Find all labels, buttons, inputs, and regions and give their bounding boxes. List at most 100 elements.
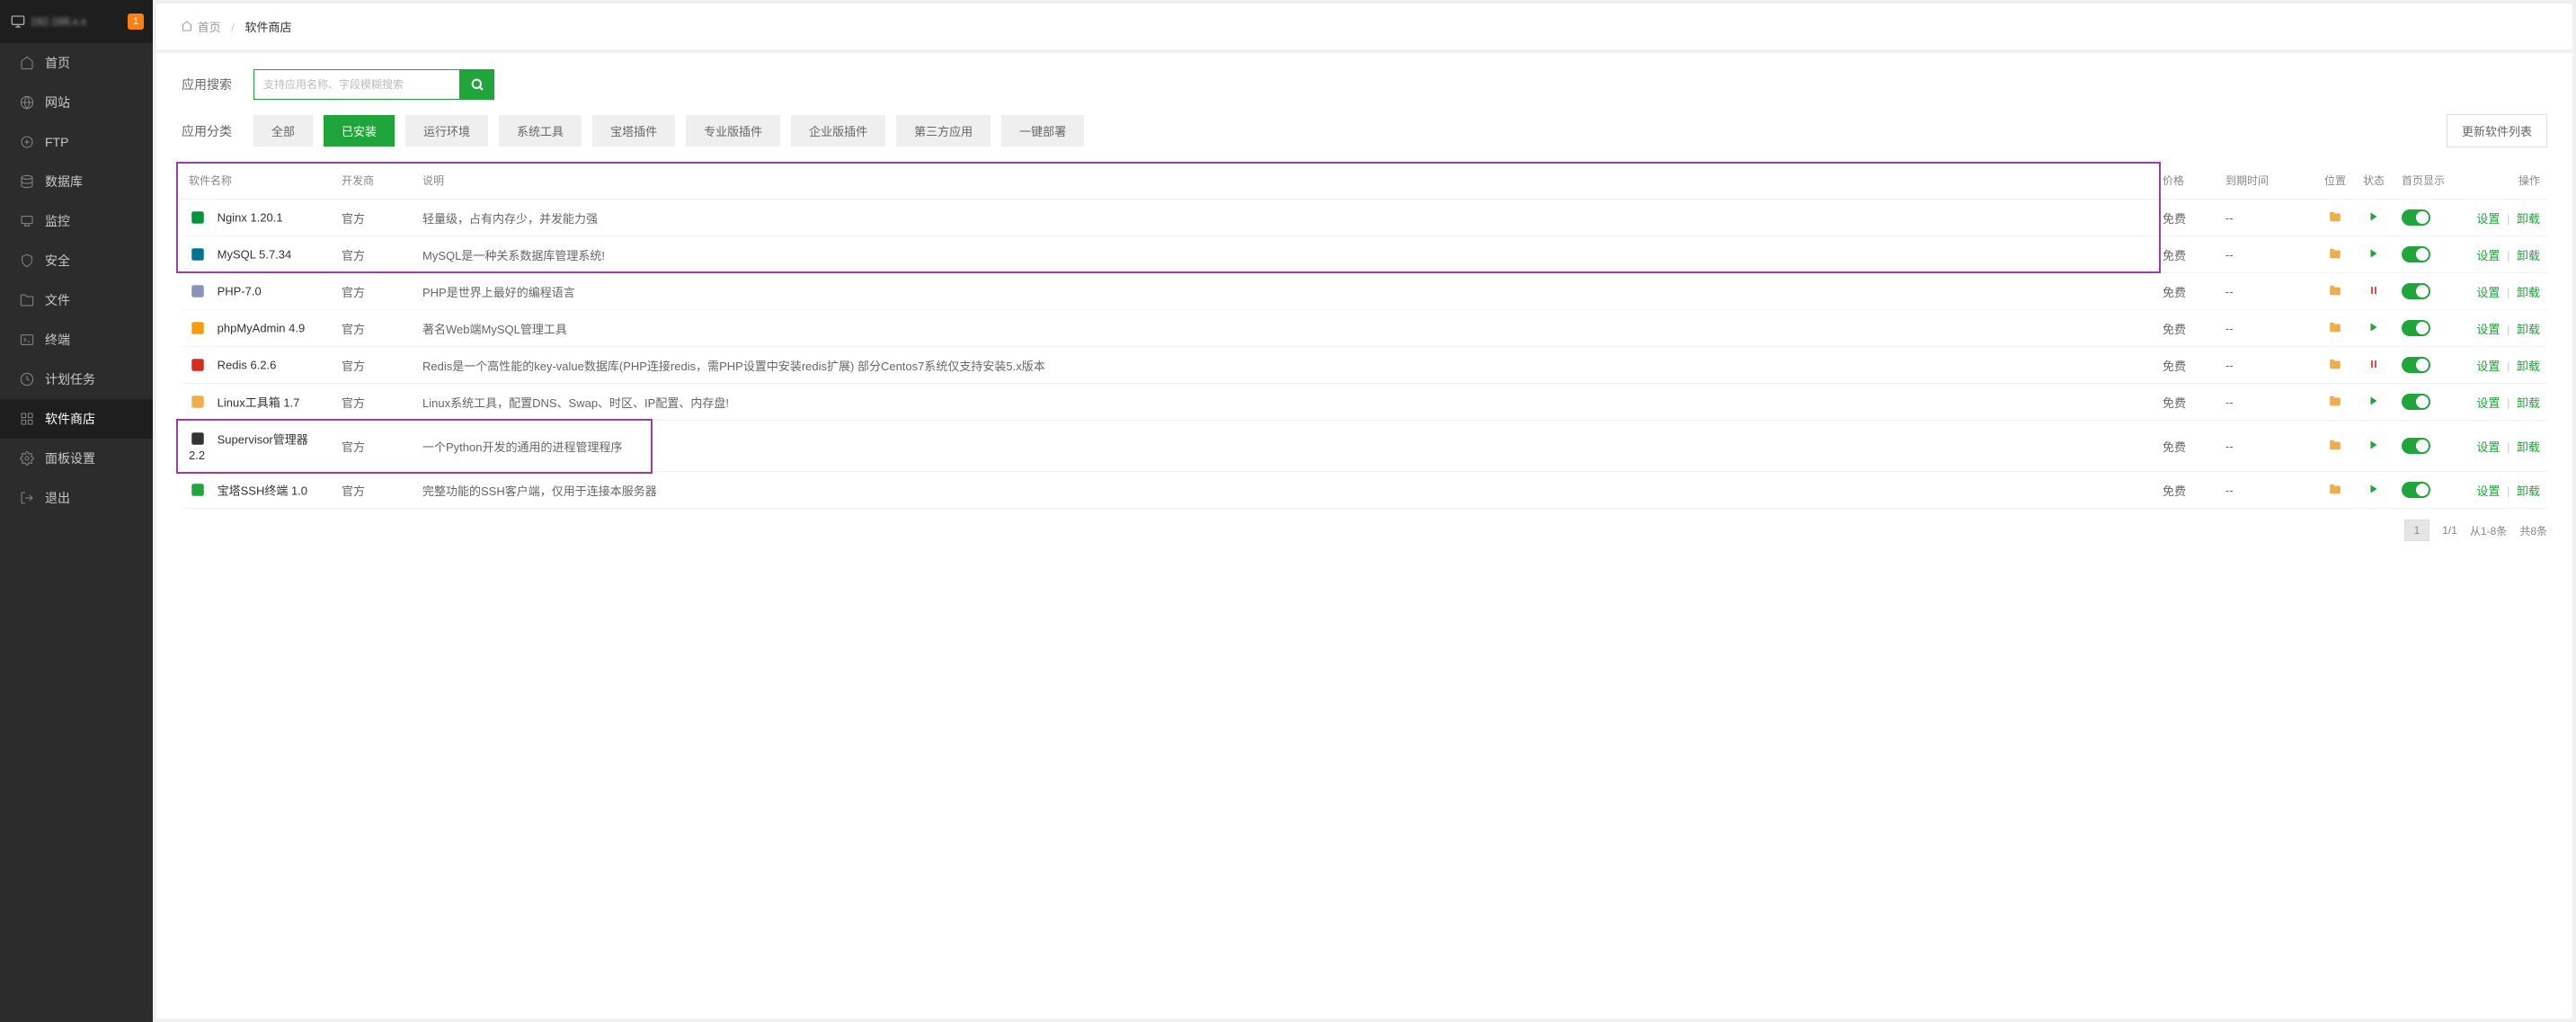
category-tab[interactable]: 系统工具 [499,115,582,147]
shield-icon [20,253,34,268]
app-name[interactable]: Nginx 1.20.1 [218,211,283,225]
uninstall-link[interactable]: 卸载 [2517,323,2540,336]
toggle-switch[interactable] [2402,357,2430,373]
uninstall-link[interactable]: 卸载 [2517,249,2540,262]
sidebar-item-monitor[interactable]: 监控 [0,201,153,241]
settings-link[interactable]: 设置 [2476,323,2500,336]
pause-icon[interactable] [2368,285,2379,296]
update-list-button[interactable]: 更新软件列表 [2447,114,2547,147]
uninstall-link[interactable]: 卸载 [2517,484,2540,498]
app-name[interactable]: Linux工具箱 1.7 [218,396,300,410]
cell-ops: 设置 | 卸载 [2466,236,2547,273]
category-tab[interactable]: 第三方应用 [896,115,990,147]
cell-pos [2317,421,2353,472]
play-icon[interactable] [2368,484,2379,494]
app-icon [189,282,207,300]
app-name[interactable]: 宝塔SSH终端 1.0 [218,484,307,498]
notification-badge[interactable]: 1 [128,13,144,30]
sidebar-item-folder[interactable]: 文件 [0,280,153,320]
settings-link[interactable]: 设置 [2476,286,2500,299]
sidebar-item-database[interactable]: 数据库 [0,162,153,201]
main-content: 首页 / 软件商店 应用搜索 应用分类 全部已安装运行环境系统工具宝塔插件专业版… [153,0,2576,1022]
category-tab[interactable]: 已安装 [324,115,395,147]
toggle-switch[interactable] [2402,283,2430,299]
sidebar-item-apps[interactable]: 软件商店 [0,399,153,439]
uninstall-link[interactable]: 卸载 [2517,212,2540,226]
settings-link[interactable]: 设置 [2476,484,2500,498]
play-icon[interactable] [2368,322,2379,333]
cell-show [2394,384,2466,421]
th-dev: 开发商 [334,162,415,200]
toggle-switch[interactable] [2402,246,2430,262]
category-tab[interactable]: 运行环境 [405,115,488,147]
sidebar-item-label: 面板设置 [45,449,95,467]
page-total: 共8条 [2519,523,2547,538]
folder-icon[interactable] [2328,321,2342,333]
category-label: 应用分类 [182,122,253,140]
settings-link[interactable]: 设置 [2476,396,2500,410]
sidebar-item-globe[interactable]: 网站 [0,83,153,122]
cell-dev: 官方 [334,273,415,310]
category-tab[interactable]: 专业版插件 [686,115,780,147]
folder-icon[interactable] [2328,483,2342,495]
cell-show [2394,236,2466,273]
folder-icon[interactable] [2328,395,2342,407]
app-name[interactable]: phpMyAdmin 4.9 [218,322,306,335]
folder-icon[interactable] [2328,358,2342,370]
sidebar-item-home[interactable]: 首页 [0,43,153,83]
app-name[interactable]: Redis 6.2.6 [218,359,277,372]
clock-icon [20,372,34,387]
cell-expire: -- [2218,421,2317,472]
folder-icon[interactable] [2328,247,2342,260]
play-icon[interactable] [2368,248,2379,259]
pause-icon[interactable] [2368,359,2379,369]
uninstall-link[interactable]: 卸载 [2517,440,2540,454]
sidebar-item-clock[interactable]: 计划任务 [0,360,153,399]
page-current[interactable]: 1 [2404,520,2430,541]
play-icon[interactable] [2368,440,2379,450]
search-input[interactable] [253,69,460,100]
settings-link[interactable]: 设置 [2476,440,2500,454]
cell-name: Supervisor管理器 2.2 [182,421,334,472]
toggle-switch[interactable] [2402,209,2430,226]
sidebar-item-shield[interactable]: 安全 [0,241,153,280]
toggle-switch[interactable] [2402,438,2430,454]
sidebar-item-label: 文件 [45,291,70,309]
cell-desc: 轻量级，占有内存少，并发能力强 [415,200,2155,236]
cell-price: 免费 [2155,472,2218,509]
breadcrumb-home[interactable]: 首页 [198,21,221,34]
settings-link[interactable]: 设置 [2476,249,2500,262]
th-status: 状态 [2353,162,2394,200]
folder-icon[interactable] [2328,284,2342,297]
settings-link[interactable]: 设置 [2476,360,2500,373]
sidebar-item-logout[interactable]: 退出 [0,478,153,518]
sidebar-item-gear[interactable]: 面板设置 [0,439,153,478]
toggle-switch[interactable] [2402,482,2430,498]
th-price: 价格 [2155,162,2218,200]
app-name[interactable]: MySQL 5.7.34 [218,248,292,262]
toggle-switch[interactable] [2402,320,2430,336]
toggle-switch[interactable] [2402,394,2430,410]
uninstall-link[interactable]: 卸载 [2517,396,2540,410]
cell-dev: 官方 [334,347,415,384]
category-tab[interactable]: 全部 [253,115,313,147]
cell-show [2394,310,2466,347]
folder-icon[interactable] [2328,439,2342,451]
uninstall-link[interactable]: 卸载 [2517,286,2540,299]
app-icon [189,393,207,411]
sidebar-item-label: 首页 [45,54,70,72]
search-button[interactable] [460,69,494,100]
category-tab[interactable]: 宝塔插件 [592,115,675,147]
folder-icon[interactable] [2328,210,2342,223]
cell-pos [2317,200,2353,236]
settings-link[interactable]: 设置 [2476,212,2500,226]
play-icon[interactable] [2368,395,2379,406]
sidebar-item-ftp[interactable]: FTP [0,122,153,162]
sidebar-item-terminal[interactable]: 终端 [0,320,153,360]
category-tab[interactable]: 企业版插件 [791,115,885,147]
play-icon[interactable] [2368,211,2379,222]
uninstall-link[interactable]: 卸载 [2517,360,2540,373]
app-name[interactable]: PHP-7.0 [218,285,262,298]
cell-expire: -- [2218,236,2317,273]
category-tab[interactable]: 一键部署 [1001,115,1084,147]
